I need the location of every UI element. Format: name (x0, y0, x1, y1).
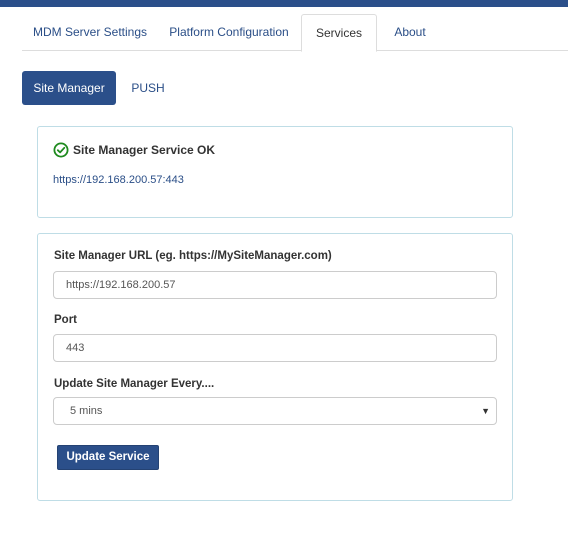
update-interval-select[interactable]: 5 mins ▼ (53, 397, 497, 425)
top-accent-bar (0, 0, 568, 7)
tab-about[interactable]: About (386, 14, 434, 51)
update-interval-label: Update Site Manager Every.... (54, 378, 215, 390)
dropdown-caret-icon: ▼ (481, 406, 490, 416)
tab-services[interactable]: Services (301, 14, 377, 52)
url-label: Site Manager URL (eg. https://MySiteMana… (54, 250, 332, 262)
site-manager-form: Site Manager URL (eg. https://MySiteMana… (37, 233, 513, 501)
url-input[interactable]: https://192.168.200.57 (53, 271, 497, 299)
port-label: Port (54, 314, 77, 326)
status-line: Site Manager Service OK (53, 141, 215, 159)
pill-push[interactable]: PUSH (122, 71, 174, 105)
update-service-button[interactable]: Update Service (57, 445, 159, 470)
main-tabs: MDM Server Settings Platform Configurati… (22, 14, 568, 52)
pill-site-manager[interactable]: Site Manager (22, 71, 116, 105)
port-input[interactable]: 443 (53, 334, 497, 362)
status-text: Site Manager Service OK (73, 143, 216, 157)
check-circle-icon (53, 142, 69, 158)
update-interval-value: 5 mins (70, 405, 103, 417)
status-panel: Site Manager Service OK https://192.168.… (37, 126, 513, 218)
tab-mdm-server-settings[interactable]: MDM Server Settings (28, 14, 152, 51)
tab-platform-configuration[interactable]: Platform Configuration (167, 14, 291, 51)
status-url: https://192.168.200.57:443 (53, 174, 184, 186)
